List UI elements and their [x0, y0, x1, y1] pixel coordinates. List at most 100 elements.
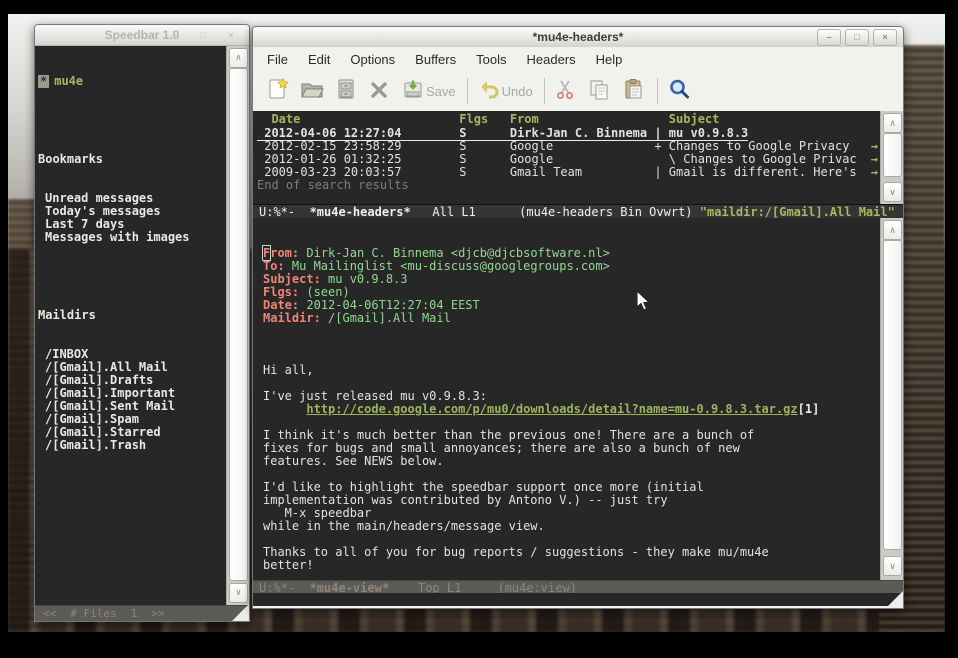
mu4e-view-modeline: U:%*- *mu4e-view* Top L1 (mu4e:view) — [253, 580, 903, 594]
message-header-subject: Subject: mu v0.9.8.3 — [263, 273, 881, 286]
scrollbar-thumb[interactable] — [883, 240, 902, 550]
modeline-modes: (mu4e-headers Bin Ovwrt) — [519, 205, 692, 219]
speedbar-content: *mu4e Bookmarks Unread messagesToday's m… — [35, 46, 227, 605]
speedbar-minimize-button[interactable]: – — [163, 27, 187, 44]
scroll-down-icon[interactable]: ∨ — [229, 583, 248, 603]
cut-icon — [554, 77, 576, 106]
close-icon — [368, 77, 390, 106]
menu-headers[interactable]: Headers — [516, 52, 585, 67]
message-header-maildir: Maildir: /[Gmail].All Mail — [263, 312, 881, 325]
mu4e-titlebar[interactable]: *mu4e-headers* –□× — [253, 27, 903, 48]
mu4e-minimize-button[interactable]: – — [817, 29, 841, 46]
scrollbar-thumb[interactable] — [883, 133, 902, 177]
echo-area[interactable] — [253, 593, 903, 606]
new-file-icon — [267, 77, 289, 106]
speedbar-root-label: mu4e — [54, 74, 83, 88]
copy-icon — [587, 77, 611, 106]
resize-grip[interactable] — [886, 591, 903, 608]
menu-tools[interactable]: Tools — [466, 52, 516, 67]
scroll-up-icon[interactable]: ∧ — [883, 220, 902, 240]
close-button[interactable] — [368, 77, 390, 106]
new-file-button[interactable] — [267, 77, 289, 106]
menu-file[interactable]: File — [257, 52, 298, 67]
message-body-line: Thanks to all of you for bug reports / s… — [263, 546, 881, 559]
mu4e-view-pane: From: Dirk-Jan C. Binnema <djcb@djcbsoft… — [253, 218, 903, 580]
speedbar-prev-button[interactable]: << — [43, 607, 56, 620]
scroll-up-icon[interactable]: ∧ — [229, 48, 248, 68]
undo-icon — [477, 77, 501, 106]
speedbar-close-button[interactable]: × — [219, 27, 243, 44]
view-scrollbar[interactable]: ∧ ∨ — [880, 218, 903, 580]
speedbar-item-bookmark[interactable]: Messages with images — [35, 231, 227, 244]
speedbar-bookmarks-header: Bookmarks — [35, 153, 227, 166]
message-body-line: Hi all, — [263, 364, 881, 377]
menu-buffers[interactable]: Buffers — [405, 52, 466, 67]
save-icon — [401, 77, 425, 106]
toolbar-separator — [544, 78, 545, 104]
speedbar-maildirs-header: Maildirs — [35, 309, 227, 322]
open-folder-button[interactable] — [300, 77, 324, 106]
speedbar-file-count: 1 — [131, 607, 138, 620]
speedbar-scrollbar[interactable]: ∧ ∨ — [226, 46, 249, 605]
mu4e-headers-pane: Date Flgs From Subject 2012-04-06 12:27:… — [253, 111, 903, 204]
speedbar-display-mode[interactable]: # Files — [70, 607, 116, 620]
modeline-buffer-name: *mu4e-headers* — [310, 205, 411, 219]
expand-node-icon[interactable]: * — [38, 75, 49, 88]
message-body-line — [263, 572, 881, 580]
resize-grip[interactable] — [232, 604, 249, 621]
menu-edit[interactable]: Edit — [298, 52, 340, 67]
menu-help[interactable]: Help — [586, 52, 633, 67]
save-button[interactable]: Save — [401, 77, 456, 106]
mu4e-window: *mu4e-headers* –□× FileEditOptionsBuffer… — [252, 26, 904, 609]
mu4e-close-button[interactable]: × — [873, 29, 897, 46]
open-folder-icon — [300, 77, 324, 106]
search-icon — [667, 77, 691, 106]
speedbar-root-node[interactable]: * mu4e — [35, 75, 227, 88]
paste-button[interactable] — [622, 77, 646, 106]
truncation-arrow-icon: → — [871, 166, 878, 179]
save-button-label: Save — [426, 84, 456, 99]
headers-column-titles: Date Flgs From Subject — [253, 113, 881, 127]
file-cabinet-icon — [335, 77, 357, 106]
toolbar-separator — [467, 78, 468, 104]
speedbar-maximize-button[interactable]: □ — [191, 27, 215, 44]
headers-scrollbar[interactable]: ∧ ∨ — [880, 111, 903, 204]
scroll-up-icon[interactable]: ∧ — [883, 113, 902, 133]
undo-button-label: Undo — [502, 84, 533, 99]
speedbar-titlebar[interactable]: Speedbar 1.0 –□× — [35, 25, 249, 46]
paste-icon — [622, 77, 646, 106]
copy-button[interactable] — [587, 77, 611, 106]
speedbar-item-maildir[interactable]: /[Gmail].Trash — [35, 439, 227, 452]
message-body-line: features. See NEWS below. — [263, 455, 881, 468]
modeline-search-query: "maildir:/[Gmail].All Mail" — [700, 205, 895, 219]
file-cabinet-button[interactable] — [335, 77, 357, 106]
toolbar-separator — [657, 78, 658, 104]
mu4e-maximize-button[interactable]: □ — [845, 29, 869, 46]
speedbar-window: Speedbar 1.0 –□× *mu4e Bookmarks Unread … — [34, 24, 250, 622]
speedbar-statusbar: << # Files 1 >> — [35, 605, 249, 621]
footnote-ref: [1] — [798, 402, 820, 416]
scroll-down-icon[interactable]: ∨ — [883, 182, 902, 202]
message-body-line: while in the main/headers/message view. — [263, 520, 881, 533]
scroll-down-icon[interactable]: ∨ — [883, 556, 902, 576]
search-button[interactable] — [667, 77, 691, 106]
speedbar-next-button[interactable]: >> — [151, 607, 164, 620]
scrollbar-thumb[interactable] — [229, 68, 248, 581]
undo-button[interactable]: Undo — [477, 77, 533, 106]
release-download-link[interactable]: http://code.google.com/p/mu0/downloads/d… — [306, 402, 797, 416]
message-link-line: http://code.google.com/p/mu0/downloads/d… — [263, 403, 881, 416]
cut-button[interactable] — [554, 77, 576, 106]
menu-options[interactable]: Options — [340, 52, 405, 67]
tool-bar: Save Undo — [253, 71, 903, 112]
message-body-line: better! — [263, 559, 881, 572]
emacs-cursor: F — [263, 246, 270, 260]
menu-bar: FileEditOptionsBuffersToolsHeadersHelp — [253, 47, 903, 72]
header-row[interactable]: 2009-03-23 20:03:57 S Gmail Team | Gmail… — [253, 166, 881, 179]
modeline-position: All L1 — [432, 205, 475, 219]
mu4e-headers-modeline: U:%*- *mu4e-headers* All L1 (mu4e-header… — [253, 204, 903, 219]
end-of-results-text: End of search results — [253, 179, 881, 192]
modeline-flags: U:%*- — [259, 205, 295, 219]
desktop: Speedbar 1.0 –□× *mu4e Bookmarks Unread … — [0, 0, 958, 658]
mu4e-window-title: *mu4e-headers* — [253, 30, 903, 44]
message-body-line — [263, 351, 881, 364]
